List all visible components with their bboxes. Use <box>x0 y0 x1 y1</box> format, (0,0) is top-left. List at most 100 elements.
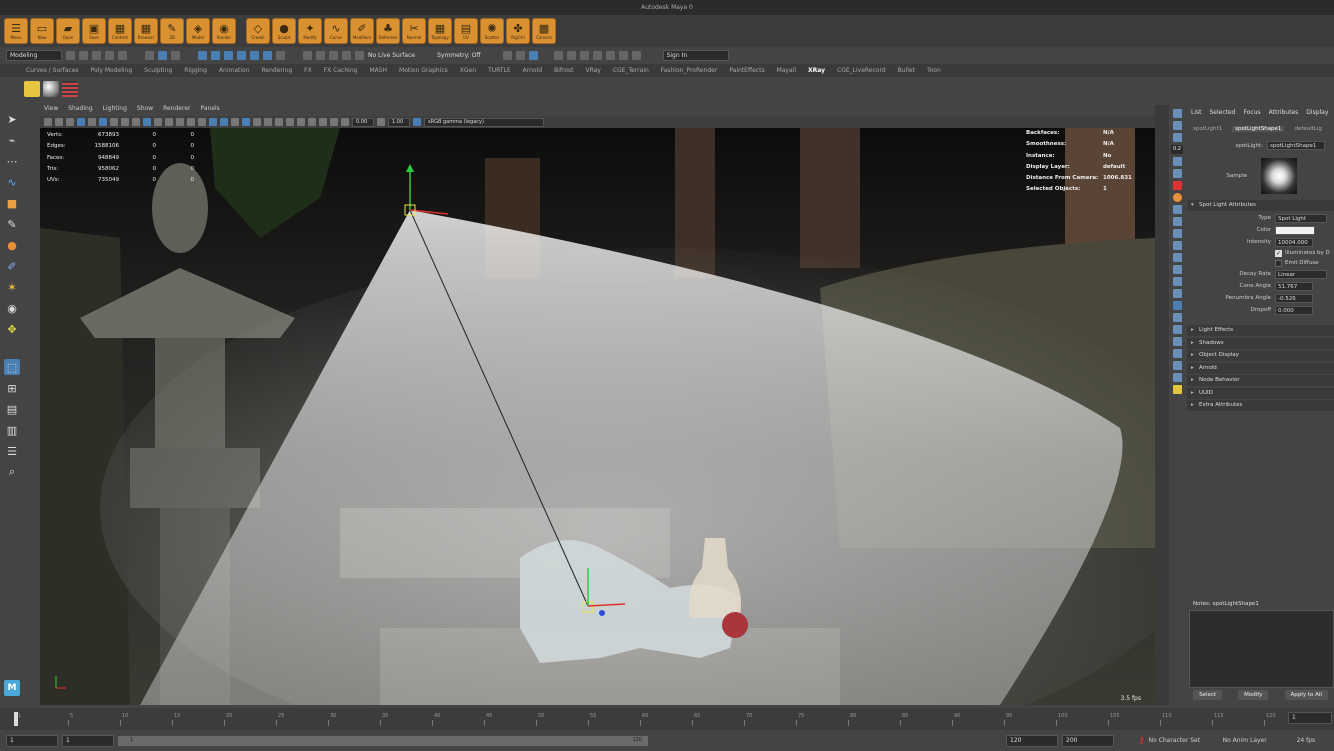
shelf-tab[interactable]: Toon <box>927 67 941 74</box>
safe-title-icon[interactable] <box>165 118 173 126</box>
link-icon[interactable] <box>1172 349 1182 358</box>
shelf-tab[interactable]: Rendering <box>262 67 293 74</box>
shelf-tab[interactable]: VRay <box>585 67 600 74</box>
shelf-tab[interactable]: Curves / Surfaces <box>26 67 79 74</box>
shelf-tab[interactable]: Arnold <box>523 67 542 74</box>
select-component-icon[interactable] <box>171 51 180 60</box>
chain-icon[interactable] <box>1172 361 1182 370</box>
single-view-icon[interactable]: ⬚ <box>4 359 20 375</box>
selected-tool-icon[interactable] <box>1172 301 1182 310</box>
attr-section[interactable]: Shadows <box>1187 337 1334 349</box>
layout-icon[interactable]: ▤ <box>4 401 20 417</box>
current-frame-field[interactable]: 1 <box>1288 712 1332 724</box>
attr-section[interactable]: Light Effects <box>1187 325 1334 336</box>
resolution-gate-icon[interactable] <box>132 118 140 126</box>
attr-tab[interactable]: spotLight1 <box>1193 126 1222 132</box>
shelf-button-new[interactable]: ▭ New <box>30 18 54 44</box>
2d-pan-icon[interactable] <box>88 118 96 126</box>
shelf-tab[interactable]: Rigging <box>184 67 207 74</box>
shelf-button-create[interactable]: ◇ Create <box>246 18 270 44</box>
mask-icon[interactable] <box>211 51 220 60</box>
mask-icon[interactable] <box>237 51 246 60</box>
shelf-tab[interactable]: TURTLE <box>488 67 511 74</box>
arrow-icon[interactable] <box>1172 109 1182 118</box>
red-grid-icon[interactable] <box>62 81 78 97</box>
shelf-tab[interactable]: Animation <box>219 67 250 74</box>
notes-field[interactable] <box>1189 610 1334 688</box>
shelf-button-save[interactable]: ▣ Save <box>82 18 106 44</box>
mode-dropdown[interactable]: Modeling <box>6 50 62 61</box>
node-name-field[interactable]: spotLightShape1 <box>1267 141 1325 150</box>
smooth-shade-icon[interactable] <box>187 118 195 126</box>
shelf-button-normal[interactable]: ✂ Normal <box>402 18 426 44</box>
fps-dropdown[interactable]: 24 fps <box>1297 737 1316 744</box>
light-editor-icon[interactable] <box>618 51 628 60</box>
lasso-icon[interactable] <box>1172 289 1182 298</box>
emit-diffuse-checkbox[interactable] <box>1275 259 1282 267</box>
attr-section[interactable]: UUID <box>1187 387 1334 399</box>
render-current-icon[interactable] <box>553 51 563 60</box>
save-scene-icon[interactable] <box>92 51 101 60</box>
render-view-icon[interactable] <box>528 51 538 60</box>
range-slider[interactable]: 1 120 <box>118 735 648 746</box>
shelf-tab[interactable]: Sculpting <box>144 67 172 74</box>
shelf-tab[interactable]: XRay <box>808 67 825 74</box>
viewport-menu-item[interactable]: View <box>44 105 58 116</box>
shelf-tab[interactable]: XGen <box>460 67 476 74</box>
outliner-icon[interactable]: ☰ <box>4 443 20 459</box>
shelf-tab[interactable]: MASH <box>369 67 387 74</box>
attr-menu-item[interactable]: Attributes <box>1269 109 1299 116</box>
red-light-icon[interactable] <box>1172 181 1182 190</box>
character-set[interactable]: No Character Set <box>1149 737 1219 744</box>
shelf-tab[interactable]: Motion Graphics <box>399 67 448 74</box>
shelf-button-modifiers[interactable]: ✐ Modifiers <box>350 18 374 44</box>
apply-to-all-button[interactable]: Apply to All <box>1284 690 1328 700</box>
motion-blur-icon[interactable] <box>275 118 283 126</box>
input-output-icon[interactable] <box>515 51 525 60</box>
xyz-icon[interactable] <box>1172 337 1182 346</box>
shelf-button-sculpt[interactable]: ● Sculpt <box>272 18 296 44</box>
exposure-field[interactable]: 0.00 <box>352 117 374 127</box>
sphere-icon[interactable] <box>1172 169 1182 178</box>
lasso-icon[interactable] <box>1172 265 1182 274</box>
shelf-tab[interactable]: Poly Modeling <box>91 67 133 74</box>
color-management-icon[interactable] <box>413 118 421 126</box>
shadows-icon[interactable] <box>231 118 239 126</box>
attr-menu-item[interactable]: Display <box>1306 109 1328 116</box>
orange-ball-icon[interactable] <box>1172 193 1182 202</box>
snap-point-icon[interactable] <box>329 51 338 60</box>
start-time-field[interactable]: 1 <box>6 734 58 747</box>
exposure-icon[interactable] <box>341 118 349 126</box>
shelf-button-browser[interactable]: ▦ Browser <box>134 18 158 44</box>
render-layer-icon[interactable] <box>1172 373 1182 382</box>
light-bulb-icon[interactable] <box>1172 385 1182 394</box>
camera-attr-icon[interactable] <box>55 118 63 126</box>
camera-icon[interactable] <box>1172 121 1182 130</box>
attr-menu-item[interactable]: List <box>1191 109 1202 116</box>
viewport-menu-item[interactable]: Renderer <box>163 105 190 116</box>
lasso-icon[interactable] <box>1172 277 1182 286</box>
intensity-field[interactable]: 10004.000 <box>1275 237 1313 247</box>
anim-end-field[interactable]: 200 <box>1062 734 1114 747</box>
lasso-tool-icon[interactable]: ⌁ <box>4 132 20 148</box>
attr-tab[interactable]: defaultLig <box>1294 126 1321 132</box>
shelf-tab[interactable]: Fashion_ProRender <box>661 67 718 74</box>
maya-logo-icon[interactable]: M <box>4 680 20 696</box>
safe-action-icon[interactable] <box>154 118 162 126</box>
shelf-button-3d[interactable]: ✎ 3D <box>160 18 184 44</box>
attr-tab[interactable]: spotLightShape1 <box>1232 126 1285 132</box>
shelf-button-deformer[interactable]: ♣ Deformer <box>376 18 400 44</box>
attr-section[interactable]: Arnold <box>1187 362 1334 374</box>
sign-in-dropdown[interactable]: Sign In <box>662 50 729 61</box>
viewport-3d[interactable]: Verts: 673893 0 0 Edges: 1588106 0 0 Faces: 94884… <box>40 128 1155 705</box>
xray-joints-icon[interactable] <box>319 118 327 126</box>
attr-section[interactable]: Extra Attributes <box>1187 400 1334 411</box>
construction-history-icon[interactable] <box>502 51 512 60</box>
type-dropdown[interactable]: Spot Light <box>1275 213 1327 223</box>
attr-menu-item[interactable]: Focus <box>1244 109 1261 116</box>
shelf-button-scatter[interactable]: ✺ Scatter <box>480 18 504 44</box>
color-swatch[interactable] <box>1275 225 1315 235</box>
hypershade-icon[interactable] <box>592 51 602 60</box>
mask-icon[interactable] <box>263 51 272 60</box>
attr-menu-item[interactable]: Selected <box>1210 109 1236 116</box>
